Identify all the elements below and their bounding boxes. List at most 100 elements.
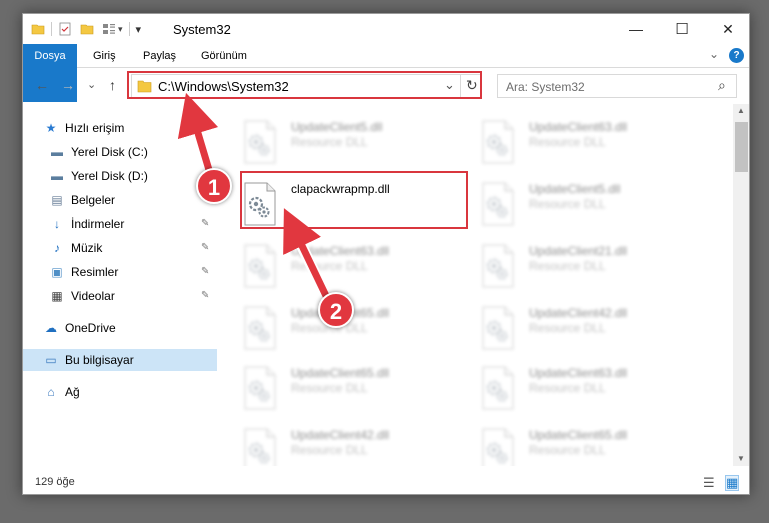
drive-icon: ▬ [51, 169, 63, 183]
sidebar-item[interactable]: ▬ Yerel Disk (D:) [23, 165, 217, 187]
scroll-down-icon[interactable]: ▼ [737, 454, 745, 463]
sidebar-item-label: İndirmeler [71, 217, 125, 231]
sidebar-item[interactable]: ▣ Resimler ✎ [23, 261, 217, 283]
file-item[interactable]: UpdateClient63.dll Resource DLL [223, 238, 453, 296]
close-button[interactable]: ✕ [705, 14, 749, 44]
computer-icon: ▭ [45, 353, 57, 367]
navigation-pane: ★ Hızlı erişim ▬ Yerel Disk (C:) ▬ Yerel Disk… [23, 104, 217, 466]
details-view-icon[interactable]: ☰ [703, 475, 715, 491]
sidebar-item-label: Yerel Disk (D:) [71, 169, 148, 183]
file-item[interactable]: UpdateClient63.dll Resource DLL [461, 360, 691, 418]
recent-locations-button[interactable]: ⌄ [87, 78, 96, 91]
dll-file-icon [482, 120, 514, 164]
scroll-up-icon[interactable]: ▲ [737, 106, 745, 115]
sidebar-item[interactable]: ☁ OneDrive [23, 317, 217, 339]
file-item[interactable]: UpdateClient65.dllResource DLL [461, 422, 691, 466]
separator [128, 22, 130, 36]
item-count: 129 öğe [35, 476, 75, 488]
folder-icon[interactable] [31, 22, 45, 36]
dll-file-icon [244, 244, 276, 288]
search-placeholder: Ara: System32 [506, 80, 585, 94]
ribbon-tabs: Dosya Giriş Paylaş Görünüm ⌄ ? [23, 44, 749, 102]
cloud-icon: ☁ [45, 321, 57, 335]
back-button[interactable]: ← [35, 77, 49, 93]
sidebar-item[interactable]: ▦ Videolar ✎ [23, 285, 217, 307]
dll-file-icon [482, 182, 514, 226]
expand-ribbon-icon[interactable]: ⌄ [709, 47, 719, 61]
drive-icon: ▬ [51, 145, 63, 159]
customize-toolbar-icon[interactable]: ▾ [136, 23, 142, 36]
file-description: Resource DLL [529, 443, 606, 457]
file-description: Resource DLL [529, 321, 606, 335]
view-options-icon[interactable] [102, 22, 116, 36]
dll-file-icon [482, 244, 514, 288]
new-folder-icon[interactable] [80, 22, 94, 36]
document-icon: ▤ [51, 193, 63, 207]
file-list: UpdateClient5.dll Resource DLL UpdateClien… [223, 104, 733, 466]
file-description: Resource DLL [291, 135, 368, 149]
sidebar-item[interactable]: ★ Hızlı erişim [23, 117, 217, 139]
network-icon: ⌂ [47, 385, 55, 399]
dll-file-icon [244, 428, 276, 466]
quick-access-toolbar: ▾ ▾ [31, 20, 141, 38]
file-item[interactable]: UpdateClient42.dll Resource DLL [461, 300, 691, 358]
search-icon[interactable]: ⌕ [718, 77, 726, 94]
file-item[interactable]: UpdateClient5.dll Resource DLL [461, 176, 691, 234]
file-description: Resource DLL [291, 443, 368, 457]
file-name: UpdateClient65.dll [291, 366, 390, 380]
search-input[interactable]: Ara: System32 ⌕ [497, 74, 737, 98]
file-item[interactable]: UpdateClient65.dllResource DLL [223, 360, 453, 418]
sidebar-item[interactable]: ▬ Yerel Disk (C:) [23, 141, 217, 163]
sidebar-item-label: Ağ [65, 385, 80, 399]
file-description: Resource DLL [291, 259, 368, 273]
title-bar: ▾ ▾ System32 — ☐ ✕ [23, 14, 749, 44]
file-name: UpdateClient65.dll [529, 428, 628, 442]
file-name: UpdateClient63.dll [529, 366, 628, 380]
step-1-badge: 1 [196, 168, 232, 204]
maximize-button[interactable]: ☐ [659, 14, 705, 44]
tab-share[interactable]: Paylaş [133, 44, 186, 68]
dll-file-icon [244, 366, 276, 410]
sidebar-item[interactable]: ▭ Bu bilgisayar [23, 349, 217, 371]
sidebar-item-label: Yerel Disk (C:) [71, 145, 148, 159]
video-icon: ▦ [51, 289, 63, 303]
sidebar-item-label: Müzik [71, 241, 103, 255]
tab-home[interactable]: Giriş [83, 44, 126, 68]
step-2-badge: 2 [318, 292, 354, 328]
help-icon[interactable]: ? [729, 48, 744, 63]
sidebar-item-label: Resimler [71, 265, 119, 279]
file-name: UpdateClient42.dll [529, 306, 628, 320]
file-item[interactable]: UpdateClient63.dll Resource DLL [461, 114, 691, 172]
pin-icon: ✎ [201, 290, 210, 301]
file-item[interactable]: UpdateClient5.dll Resource DLL [223, 114, 453, 172]
pictures-icon: ▣ [51, 265, 63, 279]
pin-icon: ✎ [201, 266, 210, 277]
file-description: Resource DLL [529, 197, 606, 211]
window-title: System32 [173, 22, 231, 37]
file-name: UpdateClient5.dll [291, 120, 383, 134]
sidebar-item[interactable]: ⌂ Ağ [23, 381, 217, 403]
forward-button[interactable]: → [61, 77, 75, 93]
sidebar-item[interactable]: ▤ Belgeler [23, 189, 217, 211]
file-name: UpdateClient42.dll [291, 428, 390, 442]
up-button[interactable]: ↑ [109, 77, 116, 93]
tiles-view-icon[interactable]: ▦ [725, 475, 740, 491]
pin-icon: ✎ [201, 218, 210, 229]
sidebar-item-label: Belgeler [71, 193, 116, 207]
sidebar-item[interactable]: ♪ Müzik ✎ [23, 237, 217, 259]
file-description: Resource DLL [529, 135, 606, 149]
download-icon: ↓ [54, 217, 60, 231]
file-item[interactable]: UpdateClient42.dll Resource DLL [223, 422, 453, 466]
tab-view[interactable]: Görünüm [191, 44, 257, 68]
vertical-scrollbar[interactable]: ▲ ▼ [733, 104, 749, 466]
star-icon: ★ [45, 121, 57, 135]
sidebar-item[interactable]: ↓ İndirmeler ✎ [23, 213, 217, 235]
properties-icon[interactable] [58, 22, 72, 36]
scrollbar-thumb[interactable] [735, 122, 748, 172]
file-description: Resource DLL [529, 259, 606, 273]
sidebar-item-label: Hızlı erişim [65, 121, 125, 135]
minimize-button[interactable]: — [613, 14, 659, 44]
file-item[interactable]: UpdateClient21.dll Resource DLL [461, 238, 691, 296]
chevron-down-icon[interactable]: ▾ [118, 24, 123, 35]
status-bar: 129 öğe ☰ ▦ [23, 472, 749, 494]
